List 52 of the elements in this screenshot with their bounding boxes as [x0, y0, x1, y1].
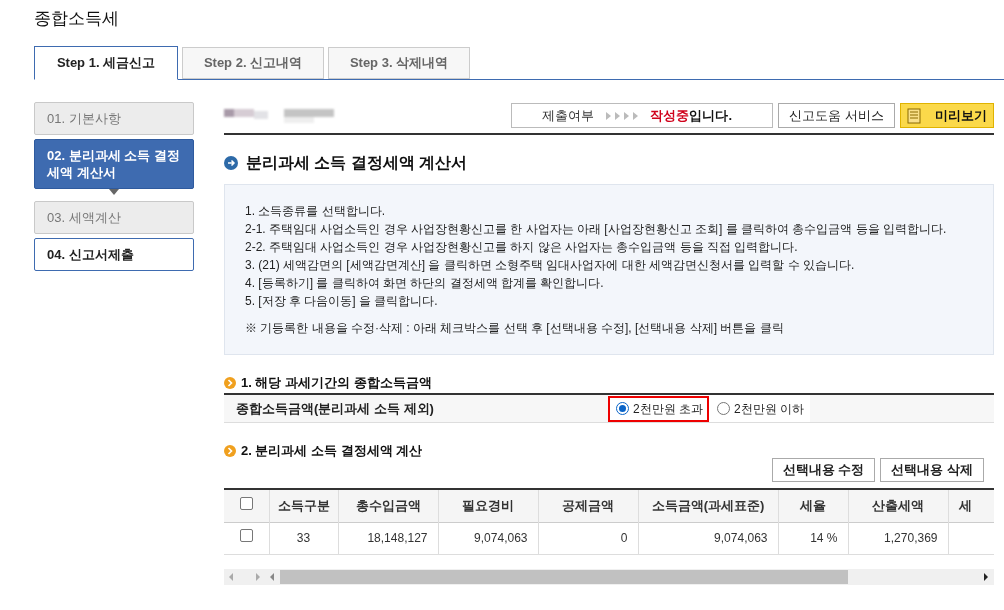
page-title: 종합소득세 — [34, 8, 120, 30]
radio-option[interactable]: 2천만원 초과 — [608, 395, 709, 422]
step-item[interactable]: 02. 분리과세 소득 결정세액 계산서 — [34, 139, 194, 189]
scrollbar-thumb[interactable] — [280, 569, 848, 584]
subsection-title: 2. 분리과세 소득 결정세액 계산 — [241, 442, 423, 461]
instruction-text: 2-1. 주택임대 사업소득인 경우 사업장현황신고를 한 사업자는 아래 [사업장현황신고 조회] 를 클릭하여 총수입금액 등을 입력합니다. — [245, 221, 948, 238]
step-item[interactable]: 04. 신고서제출 — [34, 238, 194, 271]
instruction-text: 5. [저장 후 다음이동] 을 클릭합니다. — [245, 293, 439, 310]
instruction-text: 3. (21) 세액감면의 [세액감면계산] 을 클릭하면 소형주택 임대사업자에 대한 세액감면신청서를 입력할 수 있습니다. — [245, 257, 856, 274]
subsection-title: 1. 해당 과세기간의 종합소득금액 — [241, 374, 432, 393]
field-label: 종합소득금액(분리과세 소득 제외) — [235, 399, 435, 418]
note-text: ※ 기등록한 내용을 수정·삭제 : 아래 체크박스를 선택 후 [선택내용 수정], [선택내용 삭제] 버튼을 클릭 — [245, 320, 785, 337]
checkbox[interactable] — [239, 496, 253, 510]
arrow-circle-icon — [224, 445, 236, 457]
column-header: 산출세액 — [848, 490, 948, 522]
tab[interactable]: Step 3. 삭제내역 — [328, 47, 470, 79]
arrow-circle-icon — [224, 377, 236, 389]
instruction-text: 2-2. 주택임대 사업소득인 경우 사업장현황신고를 하지 않은 사업자는 총수입금액 등을 직접 입력합니다. — [245, 239, 799, 256]
table-cell: 0 — [620, 531, 628, 545]
help-service-button[interactable]: 신고도움 서비스 — [778, 103, 895, 128]
action-button[interactable]: 선택내용 수정 — [771, 458, 876, 482]
down-arrow-icon — [109, 189, 119, 195]
instruction-text: 1. 소득종류를 선택합니다. — [245, 203, 386, 220]
horizontal-scrollbar[interactable] — [224, 568, 994, 585]
preview-button[interactable]: 미리보기 — [900, 103, 994, 128]
column-header: 세율 — [778, 490, 848, 522]
column-header: 소득금액(과세표준) — [638, 490, 778, 522]
column-header: 소득구분 — [269, 490, 338, 522]
table-cell: 1,270,369 — [884, 531, 938, 545]
arrows-icon — [606, 111, 639, 120]
column-header: 공제금액 — [538, 490, 638, 522]
tab[interactable]: Step 1. 세금신고 — [34, 46, 178, 80]
table-cell: 9,074,063 — [714, 531, 768, 545]
action-button[interactable]: 선택내용 삭제 — [880, 458, 984, 482]
scroll-right-icon[interactable] — [982, 571, 990, 582]
tab[interactable]: Step 2. 신고내역 — [182, 47, 324, 79]
column-header: 세 — [948, 490, 994, 522]
table-cell: 9,074,063 — [474, 531, 528, 545]
scroll-left-icon[interactable] — [268, 571, 276, 582]
table-cell: 33 — [296, 531, 311, 545]
column-header: 필요경비 — [438, 490, 538, 522]
table-cell: 14 % — [810, 531, 838, 545]
status-value: 작성중입니다. — [650, 106, 732, 125]
checkbox[interactable] — [239, 529, 253, 542]
instruction-text: 4. [등록하기] 를 클릭하여 화면 하단의 결정세액 합계를 확인합니다. — [245, 275, 605, 292]
table-cell: 18,148,127 — [367, 531, 428, 545]
radio-option[interactable]: 2천만원 이하 — [709, 395, 811, 422]
column-header: 총수입금액 — [338, 490, 438, 522]
arrow-circle-icon — [224, 156, 238, 170]
document-icon — [907, 107, 921, 124]
status-label: 제출여부 — [542, 106, 595, 125]
section-heading: 분리과세 소득 결정세액 계산서 — [246, 153, 468, 173]
